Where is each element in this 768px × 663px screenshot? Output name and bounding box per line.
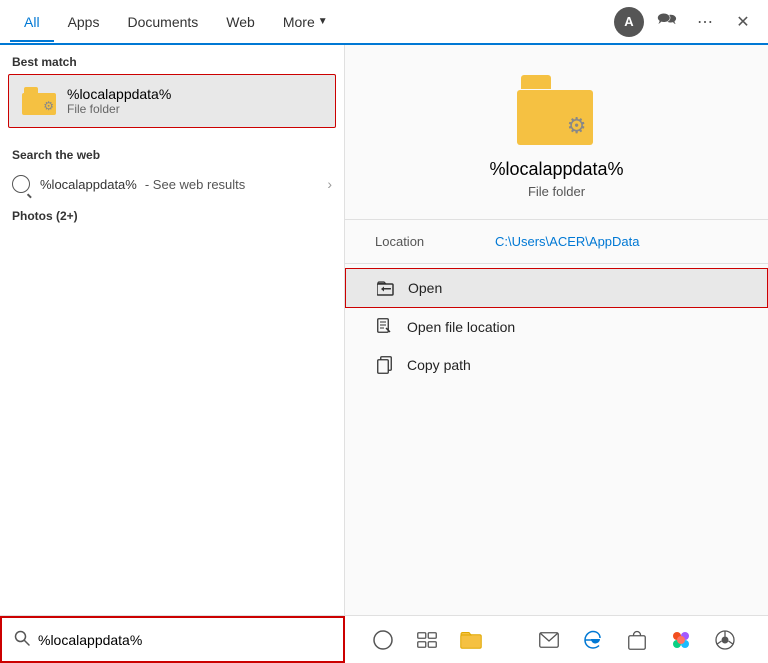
divider-actions [345,263,768,264]
feedback-icon: 🗪 [657,8,677,35]
chrome-button[interactable] [707,622,743,658]
tab-web[interactable]: Web [212,4,269,42]
chevron-right-icon: › [327,176,332,192]
close-icon: ✕ [736,12,749,32]
copy-path-action[interactable]: Copy path [345,346,768,384]
feedback-button[interactable]: 🗪 [652,7,682,37]
top-nav: All Apps Documents Web More ▼ A 🗪 ⋯ ✕ [0,0,768,45]
folder-icon-wrapper: ⚙ [21,83,57,119]
gear-icon: ⚙ [43,99,54,113]
mail-button[interactable] [531,622,567,658]
chevron-down-icon: ▼ [318,16,328,27]
folder-body: ⚙ [22,93,56,115]
search-web-label: Search the web [0,138,344,167]
nav-right: A 🗪 ⋯ ✕ [614,7,758,37]
right-panel: ⚙ %localappdata% File folder Location C:… [345,45,768,615]
close-button[interactable]: ✕ [728,7,758,37]
best-match-text: %localappdata% File folder [67,86,171,116]
location-row: Location C:\Users\ACER\AppData [345,220,768,263]
preview-gear-icon: ⚙ [567,113,587,139]
open-folder-icon [376,278,396,298]
start-button[interactable] [501,631,519,649]
best-match-type: File folder [67,102,171,116]
preview-folder-icon: ⚙ [517,75,597,145]
tab-documents[interactable]: Documents [113,4,212,42]
open-action-label: Open [408,280,442,296]
cortana-button[interactable] [365,622,401,658]
search-icon [12,175,30,193]
folder-icon: ⚙ [22,87,56,115]
task-view-button[interactable] [409,622,445,658]
preview-folder-body: ⚙ [517,90,593,145]
tab-all[interactable]: All [10,4,54,42]
search-box-area [0,616,345,663]
avatar[interactable]: A [614,7,644,37]
tab-more[interactable]: More ▼ [269,4,342,42]
preview-folder-tab [521,75,551,89]
left-panel: Best match ⚙ %localappdata% File folder … [0,45,345,615]
open-file-location-action[interactable]: Open file location [345,308,768,346]
location-value[interactable]: C:\Users\ACER\AppData [495,234,640,249]
web-text: %localappdata% - See web results [40,177,245,192]
search-web-item[interactable]: %localappdata% - See web results › [0,167,344,201]
taskbar-icons [345,622,768,658]
photos-label: Photos (2+) [0,201,344,228]
preview-item-name: %localappdata% [489,159,623,180]
store-button[interactable] [619,622,655,658]
search-box-icon [14,630,30,650]
figma-button[interactable] [663,622,699,658]
preview-item-type: File folder [528,184,585,199]
action-list: Open Open file location [345,268,768,384]
bottom-bar [0,615,768,663]
tab-apps[interactable]: Apps [54,4,114,42]
file-explorer-button[interactable] [453,622,489,658]
ellipsis-icon: ⋯ [697,12,713,32]
search-input[interactable] [38,632,331,648]
open-action[interactable]: Open [345,268,768,308]
best-match-item[interactable]: ⚙ %localappdata% File folder [8,74,336,128]
edge-button[interactable] [575,622,611,658]
open-file-location-label: Open file location [407,319,515,335]
best-match-name: %localappdata% [67,86,171,102]
location-label: Location [375,234,495,249]
copy-path-label: Copy path [407,357,471,373]
main-content: Best match ⚙ %localappdata% File folder … [0,45,768,615]
more-options-button[interactable]: ⋯ [690,7,720,37]
web-query: %localappdata% [40,177,137,192]
web-suffix: - See web results [145,177,245,192]
best-match-label: Best match [0,45,344,74]
copy-icon [375,355,395,375]
open-file-location-icon [375,317,395,337]
